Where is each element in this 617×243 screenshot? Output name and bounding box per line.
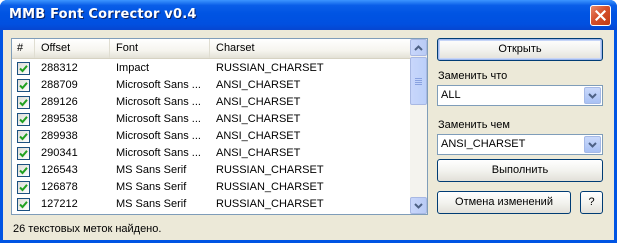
close-button[interactable] [590,5,611,26]
font-cell: Microsoft Sans ... [116,130,201,142]
replace-what-value: ALL [441,89,461,101]
replace-with-select[interactable]: ANSI_CHARSET [437,134,603,155]
font-cell: Microsoft Sans ... [116,96,201,108]
window-title: MMB Font Corrector v0.4 [9,7,197,22]
offset-cell: 289538 [41,113,78,125]
table-row[interactable]: 290341 Microsoft Sans ... ANSI_CHARSET [12,145,410,162]
offset-cell: 289126 [41,96,78,108]
table-row[interactable]: 289538 Microsoft Sans ... ANSI_CHARSET [12,111,410,128]
app-window: MMB Font Corrector v0.4 # Offset Font Ch… [0,0,617,243]
charset-cell: ANSI_CHARSET [216,113,301,125]
column-header-number[interactable]: # [12,39,35,58]
replace-with-value: ANSI_CHARSET [441,138,526,150]
row-checkbox[interactable] [17,62,30,75]
undo-changes-button[interactable]: Отмена изменений [437,191,571,214]
execute-button[interactable]: Выполнить [437,159,603,182]
font-cell: MS Sans Serif [116,164,187,176]
charset-cell: ANSI_CHARSET [216,79,301,91]
row-checkbox[interactable] [17,113,30,126]
row-checkbox-cell[interactable] [12,77,35,94]
column-header-charset[interactable]: Charset [210,39,412,58]
row-checkbox[interactable] [17,130,30,143]
checkmark-icon [19,82,28,90]
replace-what-dropdown-button[interactable] [584,87,601,104]
table-row[interactable]: 126543 MS Sans Serif RUSSIAN_CHARSET [12,162,410,179]
charset-cell: ANSI_CHARSET [216,147,301,159]
offset-cell: 288709 [41,79,78,91]
charset-cell: ANSI_CHARSET [216,96,301,108]
row-checkbox[interactable] [17,96,30,109]
charset-cell: RUSSIAN_CHARSET [216,198,324,210]
row-checkbox-cell[interactable] [12,162,35,179]
row-checkbox[interactable] [17,147,30,160]
table-row[interactable]: 127212 MS Sans Serif RUSSIAN_CHARSET [12,196,410,213]
column-header-offset[interactable]: Offset [35,39,110,58]
row-checkbox-cell[interactable] [12,60,35,77]
charset-cell: RUSSIAN_CHARSET [216,181,324,193]
charset-cell: ANSI_CHARSET [216,130,301,142]
checkmark-icon [19,201,28,209]
font-cell: Microsoft Sans ... [116,147,201,159]
row-checkbox[interactable] [17,164,30,177]
offset-cell: 290341 [41,147,78,159]
scroll-down-button[interactable] [410,197,427,214]
font-table[interactable]: # Offset Font Charset 288312 Impact RUSSIA… [11,38,428,215]
table-row[interactable]: 288312 Impact RUSSIAN_CHARSET [12,60,410,77]
table-row[interactable]: 288709 Microsoft Sans ... ANSI_CHARSET [12,77,410,94]
font-cell: MS Sans Serif [116,198,187,210]
help-button[interactable]: ? [580,191,603,214]
table-row[interactable]: 289126 Microsoft Sans ... ANSI_CHARSET [12,94,410,111]
checkmark-icon [19,116,28,124]
scroll-thumb[interactable] [410,57,427,105]
column-header-font[interactable]: Font [110,39,210,58]
charset-cell: RUSSIAN_CHARSET [216,164,324,176]
scroll-up-button[interactable] [410,39,427,56]
row-checkbox[interactable] [17,198,30,211]
status-text: 26 текстовых меток найдено. [13,223,162,235]
row-checkbox-cell[interactable] [12,145,35,162]
row-checkbox-cell[interactable] [12,94,35,111]
offset-cell: 126878 [41,181,78,193]
open-button[interactable]: Открыть [437,38,603,61]
table-row[interactable]: 289938 Microsoft Sans ... ANSI_CHARSET [12,128,410,145]
row-checkbox-cell[interactable] [12,128,35,145]
checkmark-icon [19,167,28,175]
offset-cell: 288312 [41,62,78,74]
replace-what-select[interactable]: ALL [437,85,603,106]
font-cell: Impact [116,62,150,74]
table-header: # Offset Font Charset [12,39,410,59]
row-checkbox-cell[interactable] [12,196,35,213]
charset-cell: RUSSIAN_CHARSET [216,62,324,74]
chevron-down-icon [588,141,597,148]
chevron-down-icon [588,92,597,99]
table-body: 288312 Impact RUSSIAN_CHARSET 288709 Microso… [12,60,410,213]
row-checkbox[interactable] [17,79,30,92]
font-cell: MS Sans Serif [116,181,187,193]
chevron-up-icon [414,44,423,51]
replace-with-label: Заменить чем [438,119,510,131]
checkmark-icon [19,65,28,73]
close-icon [595,10,606,21]
checkmark-icon [19,133,28,141]
checkmark-icon [19,99,28,107]
offset-cell: 289938 [41,130,78,142]
offset-cell: 126543 [41,164,78,176]
replace-what-label: Заменить что [438,70,508,82]
offset-cell: 127212 [41,198,78,210]
table-row[interactable]: 126878 MS Sans Serif RUSSIAN_CHARSET [12,179,410,196]
checkmark-icon [19,184,28,192]
client-area: # Offset Font Charset 288312 Impact RUSSIA… [3,30,614,240]
row-checkbox-cell[interactable] [12,179,35,196]
checkmark-icon [19,150,28,158]
row-checkbox-cell[interactable] [12,111,35,128]
replace-with-dropdown-button[interactable] [584,136,601,153]
title-bar[interactable]: MMB Font Corrector v0.4 [0,0,617,30]
chevron-down-icon [414,202,423,209]
font-cell: Microsoft Sans ... [116,113,201,125]
table-scrollbar[interactable] [410,39,427,214]
row-checkbox[interactable] [17,181,30,194]
font-cell: Microsoft Sans ... [116,79,201,91]
